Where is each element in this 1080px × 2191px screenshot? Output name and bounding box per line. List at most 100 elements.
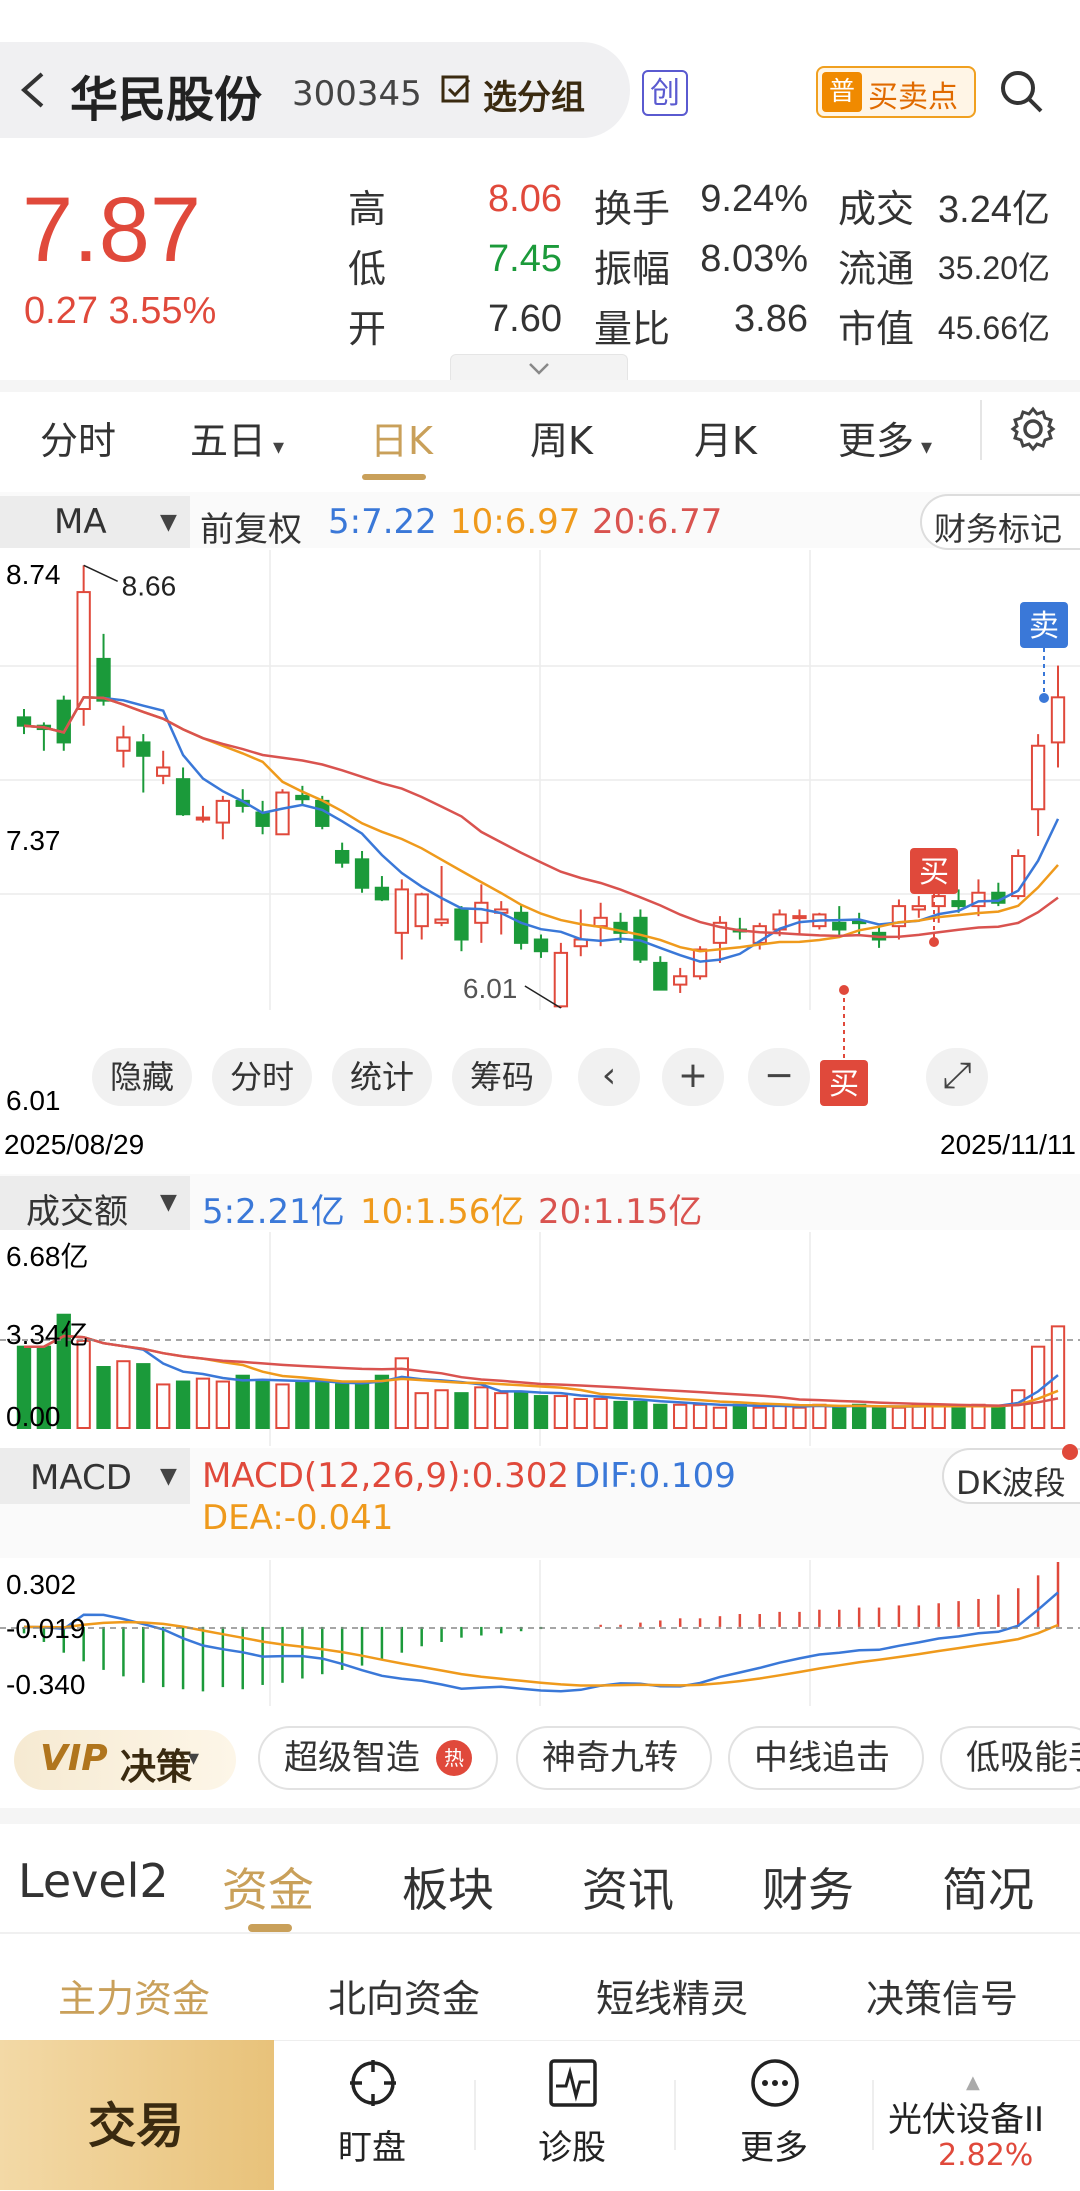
more-dots-icon[interactable] <box>748 2056 802 2110</box>
sell-signal-dot <box>1039 693 1049 703</box>
expand-quote-button[interactable] <box>450 354 628 383</box>
divider <box>674 2080 676 2150</box>
gear-icon[interactable] <box>1008 404 1058 454</box>
sector-name[interactable]: 光伏设备II <box>888 2092 1044 2141</box>
volume-bar-up <box>772 1403 787 1429</box>
vip-decision-label: 决策 <box>120 1747 193 1788</box>
pulse-chart-icon[interactable] <box>546 2056 600 2110</box>
chip-low-buy[interactable]: 低吸能手 <box>940 1726 1080 1790</box>
volume-bar-up <box>911 1403 926 1429</box>
tab-daily-k[interactable]: 日K <box>370 410 433 465</box>
nav-diagnose-label[interactable]: 诊股 <box>538 2120 606 2169</box>
trade-label: 交易 <box>88 2098 185 2154</box>
search-icon[interactable] <box>996 66 1046 116</box>
chips-button[interactable]: 筹码 <box>452 1048 552 1106</box>
volume-bar-up <box>673 1403 688 1429</box>
volume-bar-down <box>732 1403 748 1429</box>
vip-label: VIP <box>40 1738 108 1779</box>
tab-more[interactable]: 更多 ▾ <box>838 410 932 465</box>
zoom-in-icon[interactable]: + <box>662 1048 724 1106</box>
date-end-label: 2025/11/11 <box>940 1129 1076 1160</box>
candle-up <box>394 888 409 934</box>
ma5-value: 5:7.22 <box>328 502 437 542</box>
candle-down <box>334 849 350 864</box>
current-price: 7.87 <box>22 179 202 281</box>
volume-bar-down <box>653 1403 668 1429</box>
macd-grid <box>269 1560 811 1706</box>
subtab-decision-signal[interactable]: 决策信号 <box>866 1968 1018 2023</box>
watchlist-group-button[interactable]: 选分组 <box>483 70 585 119</box>
volume-bar-down <box>633 1400 648 1429</box>
volume-bars <box>16 1313 1066 1430</box>
buy-signal-2[interactable]: 买 <box>820 985 868 1106</box>
volume-bar-up <box>553 1395 569 1430</box>
ma20-value: 20:6.77 <box>592 502 723 542</box>
tab-intraday[interactable]: 分时 <box>40 410 116 465</box>
tab-profile[interactable]: 简况 <box>942 1854 1034 1920</box>
crosshair-icon[interactable] <box>346 2056 400 2110</box>
candle-up <box>692 948 708 978</box>
chip-magic-nine[interactable]: 神奇九转 <box>516 1726 712 1790</box>
fullscreen-icon[interactable]: ⤢ <box>926 1048 988 1106</box>
tab-capital[interactable]: 资金 <box>222 1854 314 1920</box>
intraday-button[interactable]: 分时 <box>212 1048 312 1106</box>
caret-down-icon: ▾ <box>266 435 285 460</box>
candle-down <box>295 794 310 801</box>
candle-down <box>96 657 111 702</box>
candle-down <box>653 961 668 991</box>
volume-y-ref: 3.34亿 <box>6 1319 89 1350</box>
sell-signal[interactable]: 卖 <box>1020 602 1068 703</box>
tab-sector[interactable]: 板块 <box>402 1854 494 1920</box>
back-arrow-icon[interactable] <box>14 68 54 112</box>
active-section-indicator <box>248 1924 292 1932</box>
high-marker-line <box>83 564 118 583</box>
nav-watch-label[interactable]: 盯盘 <box>338 2120 406 2169</box>
volume-bar-down <box>533 1395 549 1430</box>
tab-finance[interactable]: 财务 <box>762 1854 854 1920</box>
macd-chart[interactable]: 0.302 -0.019 -0.340 <box>0 1560 1080 1706</box>
sector-change: 2.82% <box>938 2138 1034 2173</box>
subtab-northbound[interactable]: 北向资金 <box>328 1968 480 2023</box>
quote-label-turnover: 换手 <box>594 187 671 231</box>
divider <box>0 1808 1080 1824</box>
checkbox-icon[interactable] <box>440 74 472 106</box>
nav-more-label[interactable]: 更多 <box>740 2120 808 2169</box>
subtab-short-term[interactable]: 短线精灵 <box>596 1968 748 2023</box>
adjust-mode-button[interactable]: 前复权 <box>200 502 302 551</box>
tab-monthly-k[interactable]: 月K <box>694 410 757 465</box>
zoom-out-icon[interactable]: − <box>748 1048 810 1106</box>
stats-button[interactable]: 统计 <box>332 1048 432 1106</box>
candle-up <box>195 816 211 821</box>
volume-bar-up <box>573 1397 588 1429</box>
candle-down <box>354 858 370 889</box>
chevron-down-icon <box>529 363 549 375</box>
buy-signal-2-dot <box>839 985 849 995</box>
candle-up <box>76 591 91 711</box>
chevron-left-icon[interactable]: ‹ <box>578 1048 640 1106</box>
dif-line <box>23 1591 1059 1693</box>
quote-turnover: 9.24% <box>700 178 808 220</box>
volume-chart[interactable]: 6.68亿 3.34亿 0.00 <box>0 1232 1080 1446</box>
candle-down <box>454 908 469 941</box>
volume-bar-up <box>76 1339 91 1429</box>
volume-bar-down <box>832 1406 847 1429</box>
y-axis-min-label: 6.01 <box>6 1085 61 1116</box>
volume-bar-down <box>334 1383 350 1429</box>
kline-ma-lines <box>23 696 1060 963</box>
macd-indicator-label: MACD <box>30 1458 132 1498</box>
subtab-main-capital[interactable]: 主力资金 <box>58 1968 210 2023</box>
volume-bar-up <box>275 1383 290 1429</box>
caret-down-icon: ▾ <box>914 435 933 460</box>
divider <box>474 2080 476 2150</box>
hide-button[interactable]: 隐藏 <box>92 1048 192 1106</box>
tab-news[interactable]: 资讯 <box>582 1854 674 1920</box>
volume-bar-down <box>136 1363 151 1430</box>
tab-level2[interactable]: Level2 <box>18 1854 169 1908</box>
volume-bar-up <box>116 1360 131 1430</box>
tab-weekly-k[interactable]: 周K <box>530 410 593 465</box>
chip-midline-chase[interactable]: 中线追击 <box>728 1726 924 1790</box>
volume-bar-down <box>851 1403 867 1429</box>
tab-five-day[interactable]: 五日 ▾ <box>190 410 284 465</box>
y-axis-mid-label: 7.37 <box>6 825 61 856</box>
macd-value: MACD(12,26,9):0.302 <box>202 1456 570 1496</box>
